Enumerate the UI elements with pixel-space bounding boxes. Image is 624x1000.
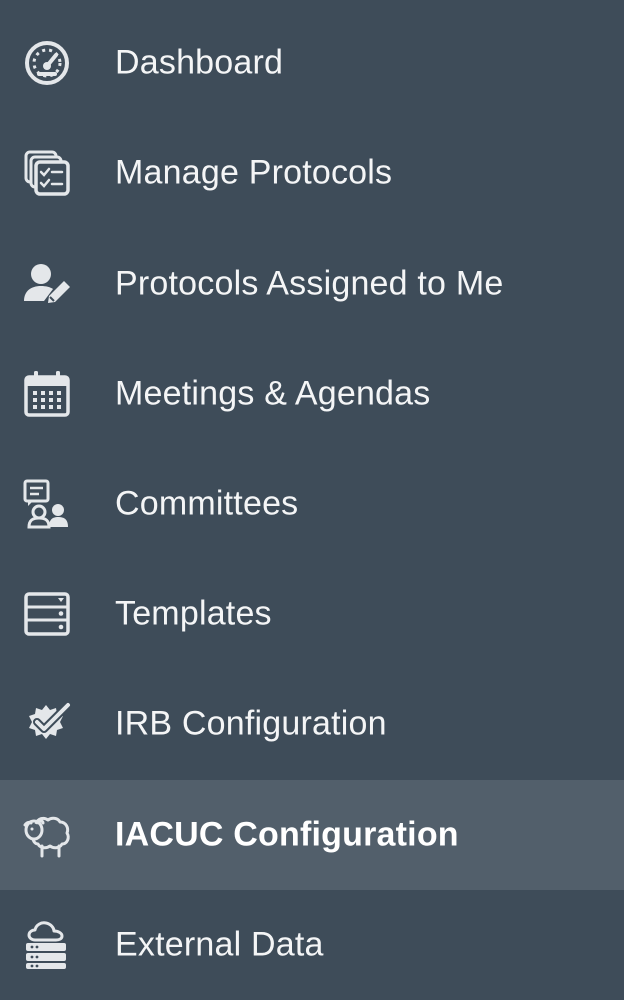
cloud-server-icon [22, 920, 72, 970]
nav-item-protocols-assigned[interactable]: Protocols Assigned to Me [0, 229, 624, 339]
calendar-icon [22, 369, 72, 419]
sheep-icon [22, 810, 72, 860]
nav-label-templates: Templates [115, 594, 272, 633]
sidebar-nav: Dashboard Manage Protocols Protocols Ass… [0, 0, 624, 1000]
nav-item-irb-configuration[interactable]: IRB Configuration [0, 669, 624, 779]
nav-label-manage-protocols: Manage Protocols [115, 153, 393, 192]
committee-icon [22, 479, 72, 529]
templates-icon [22, 589, 72, 639]
user-edit-icon [22, 259, 72, 309]
manage-protocols-icon [22, 148, 72, 198]
nav-item-manage-protocols[interactable]: Manage Protocols [0, 118, 624, 228]
nav-item-dashboard[interactable]: Dashboard [0, 8, 624, 118]
nav-item-iacuc-configuration[interactable]: IACUC Configuration [0, 780, 624, 890]
nav-label-external-data: External Data [115, 925, 324, 964]
nav-label-dashboard: Dashboard [115, 43, 284, 82]
nav-label-meetings-agendas: Meetings & Agendas [115, 374, 431, 413]
nav-item-meetings-agendas[interactable]: Meetings & Agendas [0, 339, 624, 449]
nav-item-templates[interactable]: Templates [0, 559, 624, 669]
nav-item-external-data[interactable]: External Data [0, 890, 624, 1000]
nav-label-irb-configuration: IRB Configuration [115, 704, 387, 743]
nav-item-committees[interactable]: Committees [0, 449, 624, 559]
nav-label-protocols-assigned: Protocols Assigned to Me [115, 264, 504, 303]
nav-label-committees: Committees [115, 484, 299, 523]
badge-check-icon [22, 699, 72, 749]
dashboard-gauge-icon [22, 38, 72, 88]
nav-label-iacuc-configuration: IACUC Configuration [115, 815, 459, 854]
